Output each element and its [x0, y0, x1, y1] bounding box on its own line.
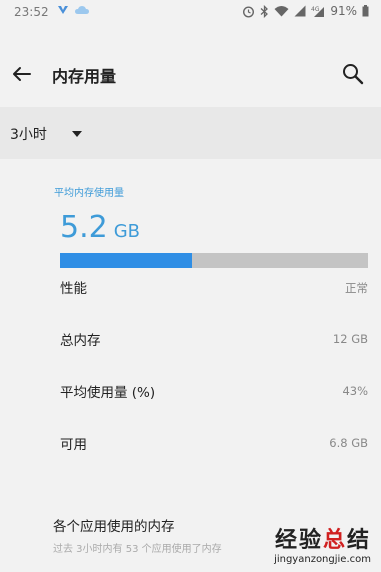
stat-value: 正常 — [345, 281, 368, 295]
average-usage-unit: GB — [113, 221, 141, 242]
wifi-icon — [274, 6, 289, 17]
watermark: 经验总结 jingyanzongjie.com — [274, 522, 371, 565]
stat-label: 性能 — [60, 281, 87, 297]
watermark-url: jingyanzongjie.com — [274, 554, 371, 565]
stat-row-available: 可用 6.8 GB — [60, 433, 368, 457]
watermark-part: 经验 — [274, 528, 323, 553]
watermark-part: 结 — [346, 528, 371, 553]
stat-row-total-memory: 总内存 12 GB — [60, 329, 368, 353]
average-usage-label: 平均内存使用量 — [54, 188, 124, 199]
toolbar: 内存用量 — [0, 50, 381, 98]
stat-label: 总内存 — [60, 333, 101, 349]
stat-row-performance: 性能 正常 — [60, 277, 368, 301]
dropdown-caret-icon[interactable] — [72, 131, 82, 137]
alarm-icon — [243, 5, 255, 18]
stat-row-average-usage: 平均使用量 (%) 43% — [60, 381, 368, 405]
time-range-selected[interactable]: 3小时 — [10, 124, 47, 144]
stat-value: 12 GB — [332, 332, 368, 346]
bluetooth-icon — [260, 4, 269, 18]
page-title: 内存用量 — [52, 67, 117, 86]
average-usage-value: 5.2 GB — [60, 210, 140, 245]
back-arrow-icon[interactable] — [8, 60, 36, 88]
apps-memory-subtitle: 过去 3小时内有 53 个应用使用了内存 — [53, 544, 222, 555]
average-usage-number: 5.2 — [60, 210, 108, 245]
vpn-icon — [58, 6, 68, 14]
status-bar: 23:52 4G 91% — [0, 0, 381, 26]
memory-usage-bar — [60, 253, 368, 268]
battery-percent: 91% — [330, 4, 357, 18]
watermark-highlight: 总 — [322, 528, 347, 553]
cloud-icon — [75, 6, 89, 14]
stat-label: 可用 — [60, 437, 87, 453]
svg-text:4G: 4G — [311, 6, 320, 13]
signal-icon — [294, 5, 306, 17]
network-4g-icon: 4G — [311, 6, 325, 17]
memory-usage-bar-fill — [60, 253, 193, 268]
stat-value: 43% — [342, 384, 368, 398]
search-icon[interactable] — [339, 60, 367, 88]
status-time: 23:52 — [14, 5, 49, 19]
stat-value: 6.8 GB — [329, 436, 368, 450]
watermark-title: 经验总结 — [274, 522, 371, 554]
stat-label: 平均使用量 (%) — [60, 385, 156, 401]
time-range-dropdown[interactable]: 3小时 — [0, 107, 381, 159]
battery-icon — [362, 5, 369, 17]
